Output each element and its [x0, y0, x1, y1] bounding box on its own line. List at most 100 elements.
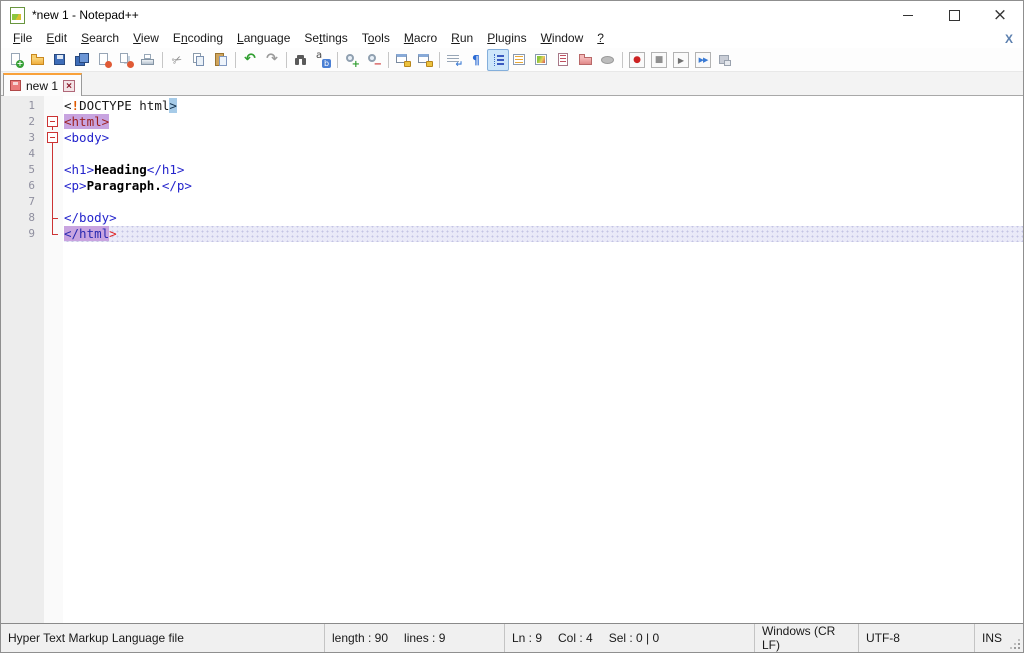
new-file-icon [8, 52, 24, 68]
zoom-in-button[interactable] [341, 49, 363, 71]
menu-edit[interactable]: Edit [39, 30, 74, 47]
sync-vertical-scroll-button[interactable] [392, 49, 414, 71]
menu-encoding[interactable]: Encoding [166, 30, 230, 47]
macro-play-button[interactable] [670, 49, 692, 71]
maximize-button[interactable] [931, 1, 977, 29]
resize-grip[interactable] [1009, 624, 1023, 652]
toolbar-separator [439, 52, 440, 68]
line-number: 8 [1, 210, 44, 226]
function-list-icon [512, 52, 528, 68]
new-file-button[interactable] [5, 49, 27, 71]
tab-new-1[interactable]: new 1 × [3, 73, 82, 96]
show-all-characters-button[interactable] [465, 49, 487, 71]
sync-vertical-scroll-icon [395, 52, 411, 68]
window-controls [885, 1, 1023, 29]
macro-run-multiple-button[interactable] [692, 49, 714, 71]
fold-margin [44, 96, 63, 623]
print-icon [140, 52, 156, 68]
code-line-4[interactable] [64, 146, 1023, 162]
open-file-button[interactable] [27, 49, 49, 71]
find-button[interactable] [290, 49, 312, 71]
toolbar-separator [235, 52, 236, 68]
code-line-6[interactable]: <p>Paragraph.</p> [64, 178, 1023, 194]
sync-horizontal-scroll-button[interactable] [414, 49, 436, 71]
menu-settings[interactable]: Settings [297, 30, 354, 47]
code-line-9[interactable]: </html> [64, 226, 1023, 242]
status-length-lines: length : 90 lines : 9 [324, 624, 504, 652]
paste-icon [213, 52, 229, 68]
show-all-characters-icon [468, 52, 484, 68]
code-text-area[interactable]: <!DOCTYPE html><html><body> <h1>Heading</… [63, 96, 1023, 623]
status-bar: Hyper Text Markup Language file length :… [1, 623, 1023, 652]
word-wrap-button[interactable] [443, 49, 465, 71]
menu-macro[interactable]: Macro [397, 30, 444, 47]
print-button[interactable] [137, 49, 159, 71]
macro-record-button[interactable] [626, 49, 648, 71]
macro-stop-button[interactable] [648, 49, 670, 71]
menu-help[interactable]: ? [590, 30, 611, 47]
replace-button[interactable] [312, 49, 334, 71]
code-line-3[interactable]: <body> [64, 130, 1023, 146]
paste-button[interactable] [210, 49, 232, 71]
code-line-8[interactable]: </body> [64, 210, 1023, 226]
open-file-icon [30, 52, 46, 68]
macro-save-button[interactable] [714, 49, 736, 71]
find-icon [293, 52, 309, 68]
code-token: > [169, 98, 177, 113]
fold-margin-line-6 [44, 178, 63, 194]
code-line-5[interactable]: <h1>Heading</h1> [64, 162, 1023, 178]
close-file-button[interactable] [93, 49, 115, 71]
fold-margin-line-7 [44, 194, 63, 210]
menu-search[interactable]: Search [74, 30, 126, 47]
code-token: <body> [64, 130, 109, 145]
code-token: Paragraph. [87, 178, 162, 193]
code-token: > [109, 226, 117, 241]
code-token: </html [64, 226, 109, 241]
tab-close-icon[interactable]: × [63, 80, 75, 92]
cut-button[interactable] [166, 49, 188, 71]
editor-area[interactable]: 123456789 <!DOCTYPE html><html><body><h1… [1, 96, 1023, 623]
show-indent-guide-button[interactable] [487, 49, 509, 71]
show-indent-guide-icon [490, 52, 506, 68]
folder-as-workspace-button[interactable] [575, 49, 597, 71]
menu-window[interactable]: Window [534, 30, 591, 47]
save-file-icon [52, 52, 68, 68]
function-list-button[interactable] [509, 49, 531, 71]
menu-tools[interactable]: Tools [355, 30, 397, 47]
code-token: <p> [64, 178, 87, 193]
replace-icon [315, 52, 331, 68]
line-number: 5 [1, 162, 44, 178]
document-list-button[interactable] [553, 49, 575, 71]
fold-toggle-line-2[interactable] [44, 114, 63, 130]
code-line-7[interactable] [64, 194, 1023, 210]
line-number: 9 [1, 226, 44, 242]
menu-file[interactable]: File [6, 30, 39, 47]
tab-bar: new 1 × [1, 72, 1023, 96]
document-map-button[interactable] [531, 49, 553, 71]
save-all-button[interactable] [71, 49, 93, 71]
close-all-button[interactable] [115, 49, 137, 71]
code-token: ! [72, 98, 80, 113]
code-line-1[interactable]: <!DOCTYPE html> [64, 98, 1023, 114]
insert-mode-label: INS [982, 631, 1002, 645]
undo-button[interactable] [239, 49, 261, 71]
monitoring-button[interactable] [597, 49, 619, 71]
fold-toggle-line-3[interactable] [44, 130, 63, 146]
fold-margin-line-9 [44, 226, 63, 242]
menu-language[interactable]: Language [230, 30, 297, 47]
code-token: <h1> [64, 162, 94, 177]
zoom-out-icon [366, 52, 382, 68]
zoom-out-button[interactable] [363, 49, 385, 71]
minimize-button[interactable] [885, 1, 931, 29]
menu-view[interactable]: View [126, 30, 166, 47]
eol-label: Windows (CR LF) [762, 624, 851, 652]
redo-button[interactable] [261, 49, 283, 71]
close-button[interactable] [977, 1, 1023, 29]
menu-run[interactable]: Run [444, 30, 480, 47]
code-line-2[interactable]: <html> [64, 114, 1023, 130]
close-document-icon[interactable]: X [1005, 32, 1023, 46]
menu-plugins[interactable]: Plugins [480, 30, 533, 47]
copy-button[interactable] [188, 49, 210, 71]
encoding-label: UTF-8 [866, 631, 900, 645]
save-file-button[interactable] [49, 49, 71, 71]
